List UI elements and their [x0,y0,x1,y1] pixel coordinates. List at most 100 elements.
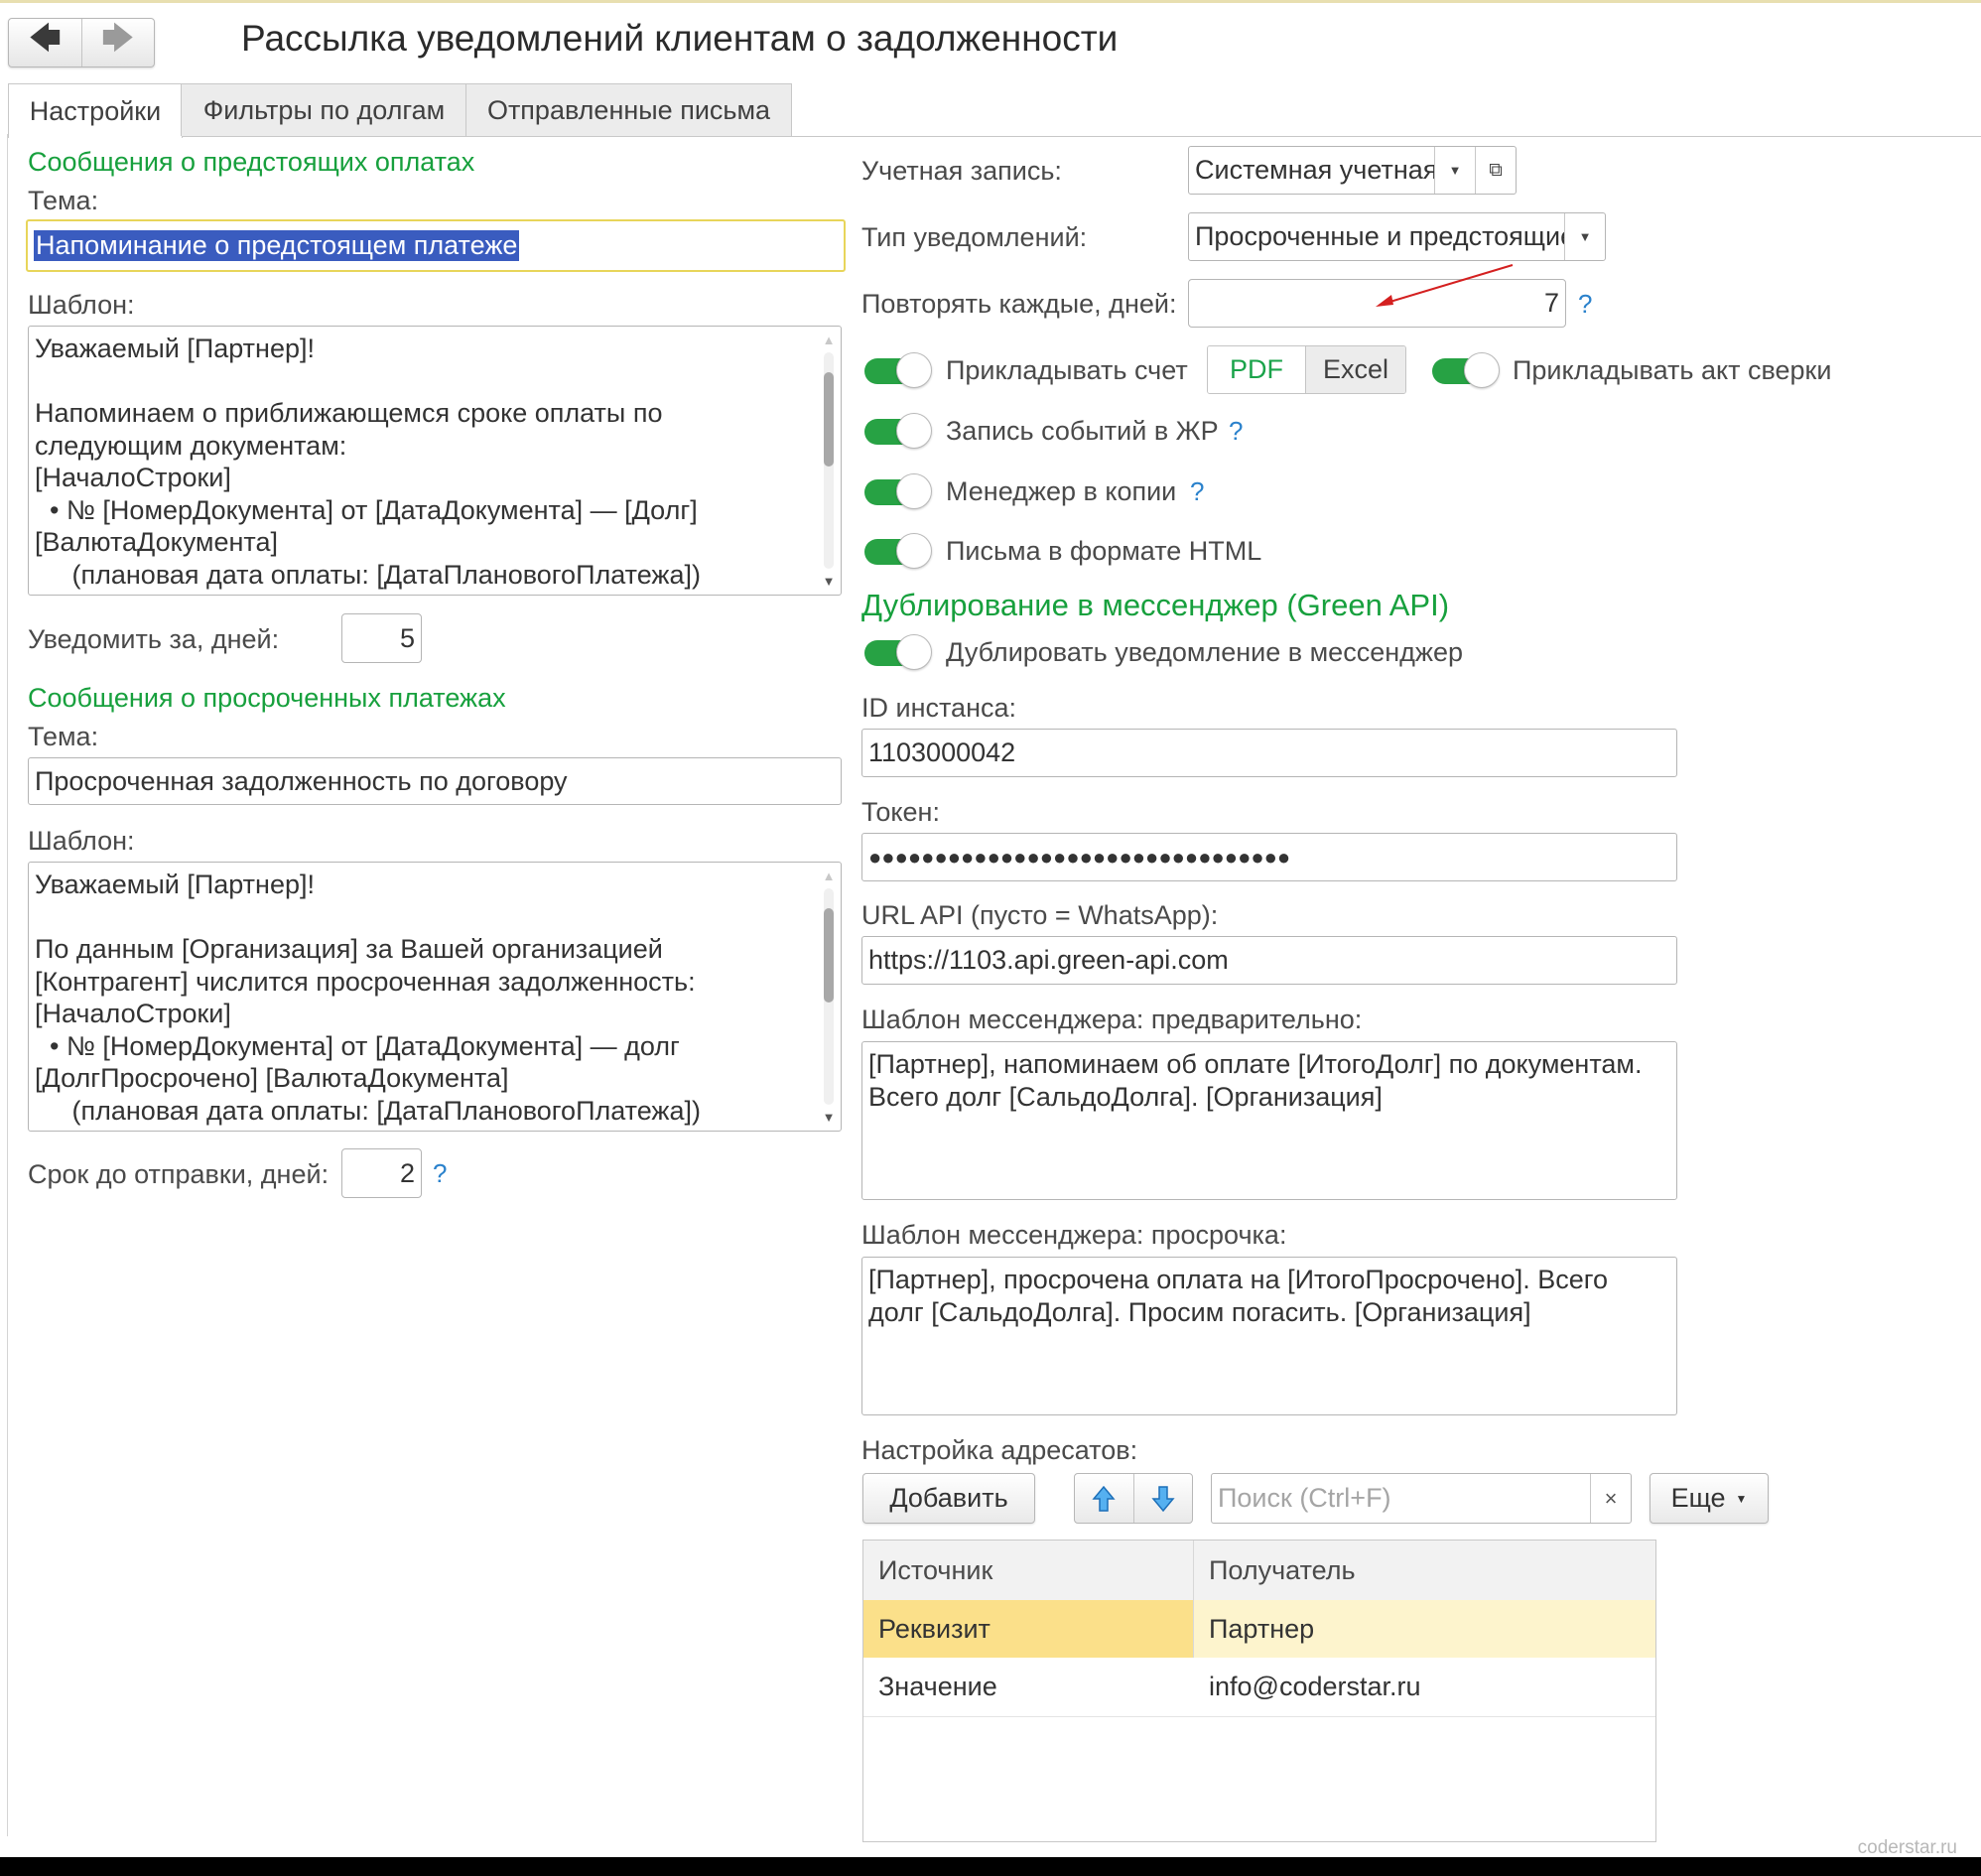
overdue-section-title: Сообщения о просроченных платежах [28,683,506,713]
chevron-down-icon[interactable]: ▼ [1564,213,1605,260]
cell-recipient: Партнер [1194,1600,1655,1658]
table-row[interactable]: Реквизит Партнер [863,1600,1655,1658]
recipients-table: Источник Получатель Реквизит Партнер Зна… [862,1540,1656,1842]
attach-invoice-label: Прикладывать счет [946,355,1188,385]
log-events-toggle[interactable] [864,413,932,449]
tab-divider [8,136,1981,137]
token-field[interactable]: ●●●●●●●●●●●●●●●●●●●●●●●●●●●●●●●● [861,833,1677,881]
account-label: Учетная запись: [861,156,1062,186]
more-button[interactable]: Еще ▼ [1650,1473,1769,1524]
attach-act-label: Прикладывать акт сверки [1513,355,1832,385]
send-days-field[interactable]: 2 [341,1148,422,1198]
upcoming-template-scrollbar[interactable]: ▲ ▼ [819,331,839,591]
account-select[interactable]: Системная учетная запись ▼ ⧉ [1188,146,1517,195]
manager-copy-toggle[interactable] [864,473,932,509]
manager-copy-label: Менеджер в копии [946,476,1177,506]
upcoming-subject-label: Тема: [28,186,99,215]
scroll-down-icon[interactable]: ▼ [819,574,839,589]
scroll-thumb[interactable] [824,372,834,467]
cell-source: Значение [878,1672,997,1701]
table-header: Источник Получатель [863,1541,1655,1601]
notification-type-label: Тип уведомлений: [861,222,1088,252]
messenger-template-overdue-label: Шаблон мессенджера: просрочка: [861,1220,1287,1250]
messenger-template-pre-label: Шаблон мессенджера: предварительно: [861,1005,1363,1034]
instance-id-field[interactable]: 1103000042 [861,729,1677,777]
messenger-template-pre-text: [Партнер], напоминаем об оплате [ИтогоДо… [868,1049,1643,1112]
top-border [0,0,1981,3]
upcoming-subject-value: Напоминание о предстоящем платеже [34,230,520,261]
search-box: × [1211,1473,1632,1524]
manager-copy-help-icon[interactable]: ? [1190,476,1204,507]
cell-recipient: info@coderstar.ru [1209,1672,1421,1701]
column-header-recipient[interactable]: Получатель [1194,1541,1655,1600]
overdue-subject-field[interactable]: Просроченная задолженность по договору [28,757,842,805]
overdue-template-field[interactable]: Уважаемый [Партнер]! По данным [Организа… [28,862,842,1132]
scroll-thumb[interactable] [824,908,834,1003]
move-down-button[interactable] [1134,1474,1193,1523]
tab-sent-letters[interactable]: Отправленные письма [465,83,792,136]
more-button-label: Еще [1670,1483,1726,1513]
tab-debt-filters[interactable]: Фильтры по долгам [181,83,467,136]
left-border [7,134,8,1836]
html-format-toggle[interactable] [864,533,932,569]
upcoming-subject-field[interactable]: Напоминание о предстоящем платеже [26,219,846,272]
clear-search-icon[interactable]: × [1590,1474,1631,1523]
attach-act-toggle[interactable] [1432,352,1500,388]
log-events-label: Запись событий в ЖР [946,416,1219,446]
table-row[interactable]: Значение info@coderstar.ru [863,1658,1655,1717]
repeat-days-help-icon[interactable]: ? [1578,289,1592,320]
messenger-template-pre-field[interactable]: [Партнер], напоминаем об оплате [ИтогоДо… [861,1041,1677,1200]
overdue-template-text: Уважаемый [Партнер]! По данным [Организа… [35,870,701,1126]
scroll-up-icon[interactable]: ▲ [819,333,839,347]
messenger-template-overdue-text: [Партнер], просрочена оплата на [ИтогоПр… [868,1265,1609,1327]
chevron-down-icon[interactable]: ▼ [1434,147,1475,194]
upcoming-template-label: Шаблон: [28,290,135,320]
api-url-label: URL API (пусто = WhatsApp): [861,900,1219,930]
send-days-help-icon[interactable]: ? [433,1158,447,1189]
instance-id-label: ID инстанса: [861,693,1017,723]
messenger-section-title: Дублирование в мессенджер (Green API) [861,588,1450,622]
open-icon[interactable]: ⧉ [1475,147,1516,194]
add-button[interactable]: Добавить [862,1473,1035,1524]
nav-buttons: 🡄 🡆 [8,18,155,67]
format-pdf-option[interactable]: PDF [1208,346,1306,393]
forward-button[interactable]: 🡆 [82,19,155,67]
messenger-template-overdue-field[interactable]: [Партнер], просрочена оплата на [ИтогоПр… [861,1257,1677,1415]
send-days-label: Срок до отправки, дней: [28,1159,330,1189]
api-url-field[interactable]: https://1103.api.green-api.com [861,936,1677,985]
overdue-template-scrollbar[interactable]: ▲ ▼ [819,867,839,1127]
arrow-up-icon [1092,1485,1116,1512]
log-events-help-icon[interactable]: ? [1229,416,1243,447]
notify-days-field[interactable]: 5 [341,613,422,663]
scroll-down-icon[interactable]: ▼ [819,1110,839,1125]
notification-type-select[interactable]: Просроченные и предстоящие ▼ [1188,212,1606,261]
move-buttons [1074,1473,1193,1524]
upcoming-section-title: Сообщения о предстоящих оплатах [28,147,475,177]
recipients-label: Настройка адресатов: [861,1435,1138,1465]
bottom-bar [0,1857,1981,1876]
invoice-format-switch[interactable]: PDF Excel [1207,345,1406,394]
account-value: Системная учетная запись [1195,155,1434,185]
arrow-down-icon [1151,1485,1175,1512]
column-header-source[interactable]: Источник [863,1541,1194,1600]
format-excel-option[interactable]: Excel [1306,346,1405,393]
upcoming-template-field[interactable]: Уважаемый [Партнер]! Напоминаем о прибли… [28,326,842,596]
duplicate-messenger-toggle[interactable] [864,634,932,670]
upcoming-template-text: Уважаемый [Партнер]! Напоминаем о прибли… [35,334,701,590]
back-button[interactable]: 🡄 [9,19,82,67]
overdue-subject-label: Тема: [28,722,99,751]
duplicate-messenger-label: Дублировать уведомление в мессенджер [946,637,1463,667]
chevron-down-icon: ▼ [1735,1491,1748,1506]
search-input[interactable] [1212,1474,1590,1523]
page-title: Рассылка уведомлений клиентам о задолжен… [241,18,1119,59]
notify-days-label: Уведомить за, дней: [28,624,280,654]
arrow-right-icon: 🡆 [101,20,135,56]
scroll-up-icon[interactable]: ▲ [819,869,839,883]
repeat-days-label: Повторять каждые, дней: [861,289,1177,319]
tab-settings[interactable]: Настройки [8,83,183,138]
watermark: coderstar.ru [1857,1837,1957,1858]
attach-invoice-toggle[interactable] [864,352,932,388]
move-up-button[interactable] [1075,1474,1134,1523]
overdue-template-label: Шаблон: [28,826,135,856]
cell-source: Реквизит [863,1600,1194,1658]
